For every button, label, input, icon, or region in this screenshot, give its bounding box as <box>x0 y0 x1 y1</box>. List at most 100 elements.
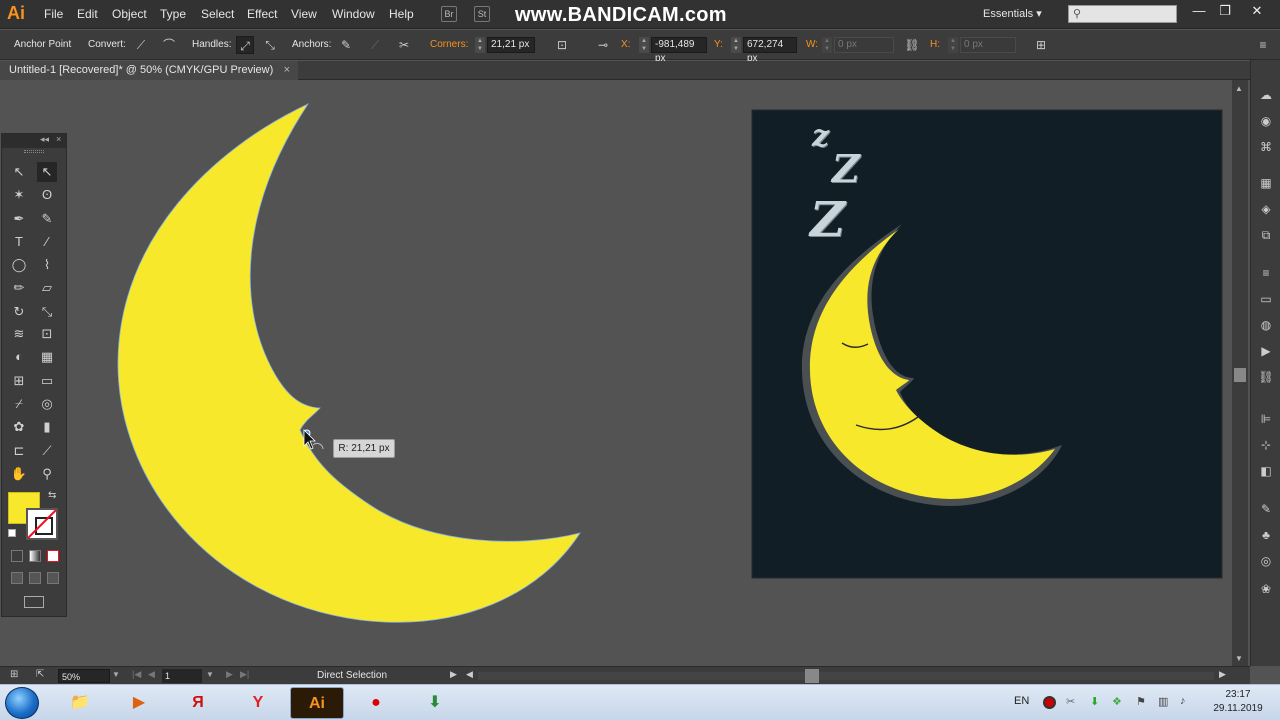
horizontal-scrollbar[interactable] <box>478 672 1214 680</box>
links-icon[interactable]: ⛓ <box>1257 368 1275 386</box>
screen-mode-icon[interactable] <box>24 596 44 608</box>
eyedropper-tool-icon[interactable]: ⌿ <box>9 394 29 414</box>
column-graph-tool-icon[interactable]: ▮ <box>37 417 57 437</box>
pencil-tool-icon[interactable]: ✏ <box>9 278 29 298</box>
remove-anchor-icon[interactable]: ✎ <box>337 36 355 54</box>
workspace-switcher[interactable]: Essentials ▾ <box>983 7 1042 20</box>
gradient-mode-icon[interactable] <box>29 550 41 562</box>
status-menu-icon[interactable]: ▶ <box>450 669 457 680</box>
corners-spinner[interactable]: ▲ ▼ <box>475 37 485 53</box>
panel-menu-icon[interactable]: ≡ <box>1254 36 1272 54</box>
artboard-tool-icon[interactable]: ⊏ <box>9 441 29 461</box>
color-icon[interactable]: ◉ <box>1257 112 1275 130</box>
blend-tool-icon[interactable]: ◎ <box>37 394 57 414</box>
restore-button[interactable]: ❐ <box>1213 2 1237 22</box>
y-field[interactable]: 672,274 px <box>743 37 797 64</box>
slice-tool-icon[interactable]: ⟋ <box>37 441 57 461</box>
tools-panel-header[interactable]: ◂◂ × <box>2 134 66 148</box>
y-label[interactable]: Y: <box>714 39 723 50</box>
menu-view[interactable]: View <box>291 7 317 21</box>
bridge-button[interactable]: Br <box>441 6 457 22</box>
vertical-scrollbar[interactable]: ▲ ▼ <box>1232 80 1248 666</box>
gradient-tool-icon[interactable]: ▭ <box>37 371 57 391</box>
transform-icon[interactable]: ⊹ <box>1257 436 1275 454</box>
swap-colors-icon[interactable]: ⇆ <box>48 490 56 501</box>
start-button[interactable] <box>5 687 39 719</box>
taskbar-bandicam-icon[interactable]: ● <box>349 687 403 719</box>
tray-shield-icon[interactable]: ❖ <box>1112 695 1122 708</box>
taskbar-illustrator-icon[interactable]: Ai <box>290 687 344 719</box>
h-field[interactable]: 0 px <box>960 37 1016 53</box>
x-label[interactable]: X: <box>621 39 630 50</box>
tray-tool-icon[interactable]: ✂ <box>1066 695 1075 708</box>
artboards-icon[interactable]: ⧉ <box>1257 226 1275 244</box>
w-spinner[interactable]: ▲ ▼ <box>822 37 832 53</box>
transform-icon[interactable]: ⊞ <box>1032 36 1050 54</box>
artboard-number-field[interactable]: 1 <box>162 669 202 683</box>
free-transform-tool-icon[interactable]: ⊡ <box>37 324 57 344</box>
y-spinner[interactable]: ▲ ▼ <box>731 37 741 53</box>
curvature-tool-icon[interactable]: ✎ <box>37 209 57 229</box>
live-corner-widget[interactable] <box>312 442 324 450</box>
draw-inside-icon[interactable] <box>47 572 59 584</box>
scroll-thumb[interactable] <box>1234 368 1246 382</box>
stroke-icon[interactable]: ≡ <box>1257 264 1275 282</box>
network-icon[interactable]: ▥ <box>1158 695 1168 708</box>
direct-selection-tool-icon[interactable]: ↖ <box>37 162 57 182</box>
symbols-icon[interactable]: ♣ <box>1257 526 1275 544</box>
tray-flag-icon[interactable]: ⚑ <box>1136 695 1146 708</box>
taskbar-media-player-icon[interactable]: ▶ <box>112 687 166 719</box>
taskbar-yandex-browser-icon[interactable]: Y <box>231 687 285 719</box>
stroke-swatch[interactable] <box>26 508 58 540</box>
align-anchor-icon[interactable]: ⊸ <box>594 36 612 54</box>
paintbrush-tool-icon[interactable]: ⌇ <box>37 255 57 275</box>
gradient-icon[interactable]: ▭ <box>1257 290 1275 308</box>
scroll-right-icon[interactable]: ▶ <box>1219 669 1226 680</box>
menu-edit[interactable]: Edit <box>77 7 98 21</box>
line-tool-icon[interactable]: ⁄ <box>37 232 57 252</box>
symbol-sprayer-tool-icon[interactable]: ✿ <box>9 417 29 437</box>
menu-file[interactable]: File <box>44 7 63 21</box>
artboard-options-icon[interactable]: ⊞ <box>10 669 18 680</box>
type-tool-icon[interactable]: T <box>9 232 29 252</box>
layers-icon[interactable]: ◈ <box>1257 200 1275 218</box>
next-artboard-icon[interactable]: ▶ <box>226 669 233 680</box>
volume-icon[interactable]: ♪ <box>1180 695 1186 707</box>
menu-object[interactable]: Object <box>112 7 147 21</box>
rotate-tool-icon[interactable]: ↻ <box>9 302 29 322</box>
draw-normal-icon[interactable] <box>11 572 23 584</box>
horizontal-scroll-thumb[interactable] <box>805 669 819 683</box>
system-clock[interactable]: 23:17 29.11.2019 <box>1208 688 1268 716</box>
swatches-icon[interactable]: ▦ <box>1257 174 1275 192</box>
taskbar-explorer-icon[interactable]: 📁 <box>53 687 107 719</box>
zoom-dropdown-icon[interactable]: ▼ <box>112 670 120 679</box>
language-indicator[interactable]: EN <box>1014 695 1029 707</box>
cut-path-icon[interactable]: ✂ <box>395 36 413 54</box>
x-field[interactable]: -981,489 px <box>651 37 707 64</box>
lasso-tool-icon[interactable]: ʘ <box>37 185 57 205</box>
hide-handles-icon[interactable]: ⤡ <box>261 36 279 54</box>
x-spinner[interactable]: ▲ ▼ <box>639 37 649 53</box>
taskbar-yandex-icon[interactable]: Я <box>171 687 225 719</box>
bandicam-tray-icon[interactable] <box>1043 696 1056 709</box>
collapse-panel-icon[interactable]: ◂◂ <box>40 134 49 145</box>
scroll-up-icon[interactable]: ▲ <box>1235 84 1243 93</box>
scroll-left-icon[interactable]: ◀ <box>466 669 473 680</box>
tray-download-icon[interactable]: ⬇ <box>1090 695 1099 708</box>
warp-tool-icon[interactable]: ≋ <box>9 324 29 344</box>
menu-effect[interactable]: Effect <box>247 7 277 21</box>
shape-builder-tool-icon[interactable]: ◐ <box>9 347 29 367</box>
brushes-icon[interactable]: ✎ <box>1257 500 1275 518</box>
export-icon[interactable]: ⇱ <box>36 669 44 680</box>
canvas[interactable]: z Z Z R: 21,21 px <box>0 80 1248 666</box>
help-search-input[interactable]: ⚲ <box>1068 5 1177 23</box>
ellipse-tool-icon[interactable]: ◯ <box>9 255 29 275</box>
isolate-selection-icon[interactable]: ⊡ <box>553 36 571 54</box>
default-colors-icon[interactable] <box>8 529 16 537</box>
none-mode-icon[interactable] <box>47 550 59 562</box>
crescent-moon-path[interactable] <box>117 103 581 623</box>
pathfinder-icon[interactable]: ◧ <box>1257 462 1275 480</box>
actions-icon[interactable]: ▶ <box>1257 342 1275 360</box>
menu-type[interactable]: Type <box>160 7 186 21</box>
corners-label[interactable]: Corners: <box>430 39 468 50</box>
